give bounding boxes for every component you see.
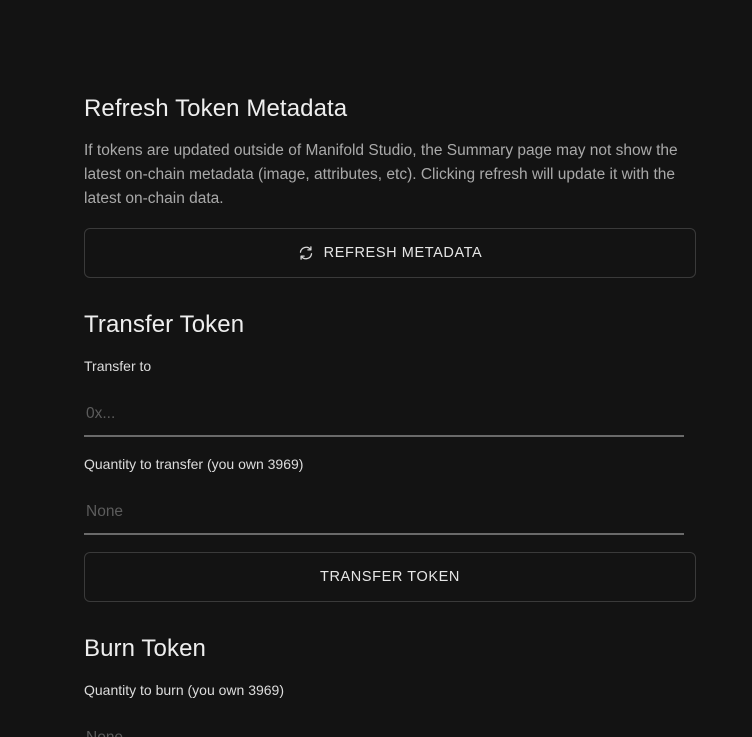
refresh-metadata-button[interactable]: REFRESH METADATA: [84, 228, 696, 278]
refresh-description: If tokens are updated outside of Manifol…: [84, 142, 678, 207]
transfer-quantity-label: Quantity to transfer (you own 3969): [84, 456, 304, 472]
transfer-to-input[interactable]: [84, 393, 684, 437]
burn-section-title: Burn Token: [84, 635, 206, 662]
transfer-token-button-label: TRANSFER TOKEN: [320, 569, 460, 585]
transfer-quantity-input[interactable]: [84, 491, 684, 535]
transfer-token-button[interactable]: TRANSFER TOKEN: [84, 552, 696, 602]
burn-quantity-label: Quantity to burn (you own 3969): [84, 682, 285, 698]
refresh-icon: [298, 245, 314, 261]
page: Refresh Token Metadata If tokens are upd…: [0, 0, 752, 737]
transfer-section-title: Transfer Token: [84, 311, 245, 338]
refresh-section-title: Refresh Token Metadata: [84, 95, 348, 122]
transfer-to-label: Transfer to: [84, 358, 152, 374]
burn-quantity-input[interactable]: [84, 717, 684, 737]
refresh-metadata-button-label: REFRESH METADATA: [323, 245, 483, 261]
